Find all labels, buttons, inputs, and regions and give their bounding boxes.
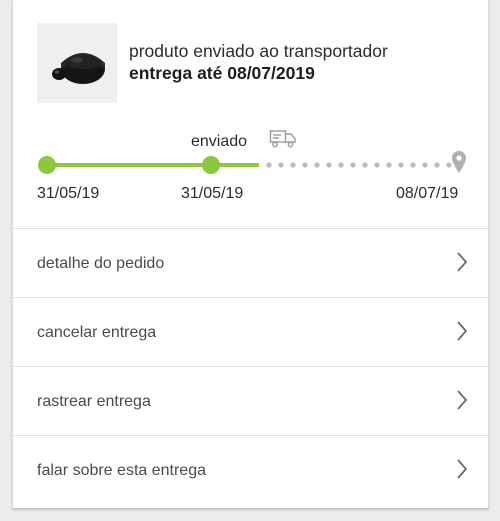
menu-item-order-details[interactable]: detalhe do pedido <box>13 228 488 297</box>
menu-item-label: rastrear entrega <box>37 393 151 410</box>
product-thumbnail[interactable] <box>37 23 117 103</box>
menu-item-label: falar sobre esta entrega <box>37 462 206 479</box>
progress-track <box>38 151 466 174</box>
chevron-right-icon <box>457 459 468 479</box>
chevron-right-icon <box>457 252 468 272</box>
delivery-estimate: entrega até 08/07/2019 <box>129 63 315 83</box>
date-ordered: 31/05/19 <box>37 185 100 202</box>
step-dot-shipped <box>202 156 220 174</box>
chevron-right-icon <box>457 390 468 410</box>
shipment-tracker: enviado 31/05/19 31/05/19 08/07/19 <box>13 125 488 215</box>
chevron-right-icon <box>457 321 468 341</box>
order-card: produto enviado ao transportador entrega… <box>12 0 489 508</box>
menu-item-label: detalhe do pedido <box>37 255 165 272</box>
menu-item-talk-about-delivery[interactable]: falar sobre esta entrega <box>13 435 488 504</box>
pending-dots <box>266 162 452 168</box>
date-shipped: 31/05/19 <box>181 185 244 202</box>
order-actions-menu: detalhe do pedido cancelar entrega rastr… <box>13 228 488 504</box>
truck-icon <box>269 130 296 148</box>
shipment-status: produto enviado ao transportador <box>129 41 388 61</box>
product-text: produto enviado ao transportador entrega… <box>129 40 388 84</box>
menu-item-track-delivery[interactable]: rastrear entrega <box>13 366 488 435</box>
menu-item-label: cancelar entrega <box>37 324 157 341</box>
menu-item-cancel-delivery[interactable]: cancelar entrega <box>13 297 488 366</box>
location-pin-icon <box>452 151 466 173</box>
step-dot-ordered <box>38 156 56 174</box>
date-delivery: 08/07/19 <box>396 185 459 202</box>
product-summary: produto enviado ao transportador entrega… <box>37 23 388 103</box>
earbuds-image <box>52 53 105 84</box>
